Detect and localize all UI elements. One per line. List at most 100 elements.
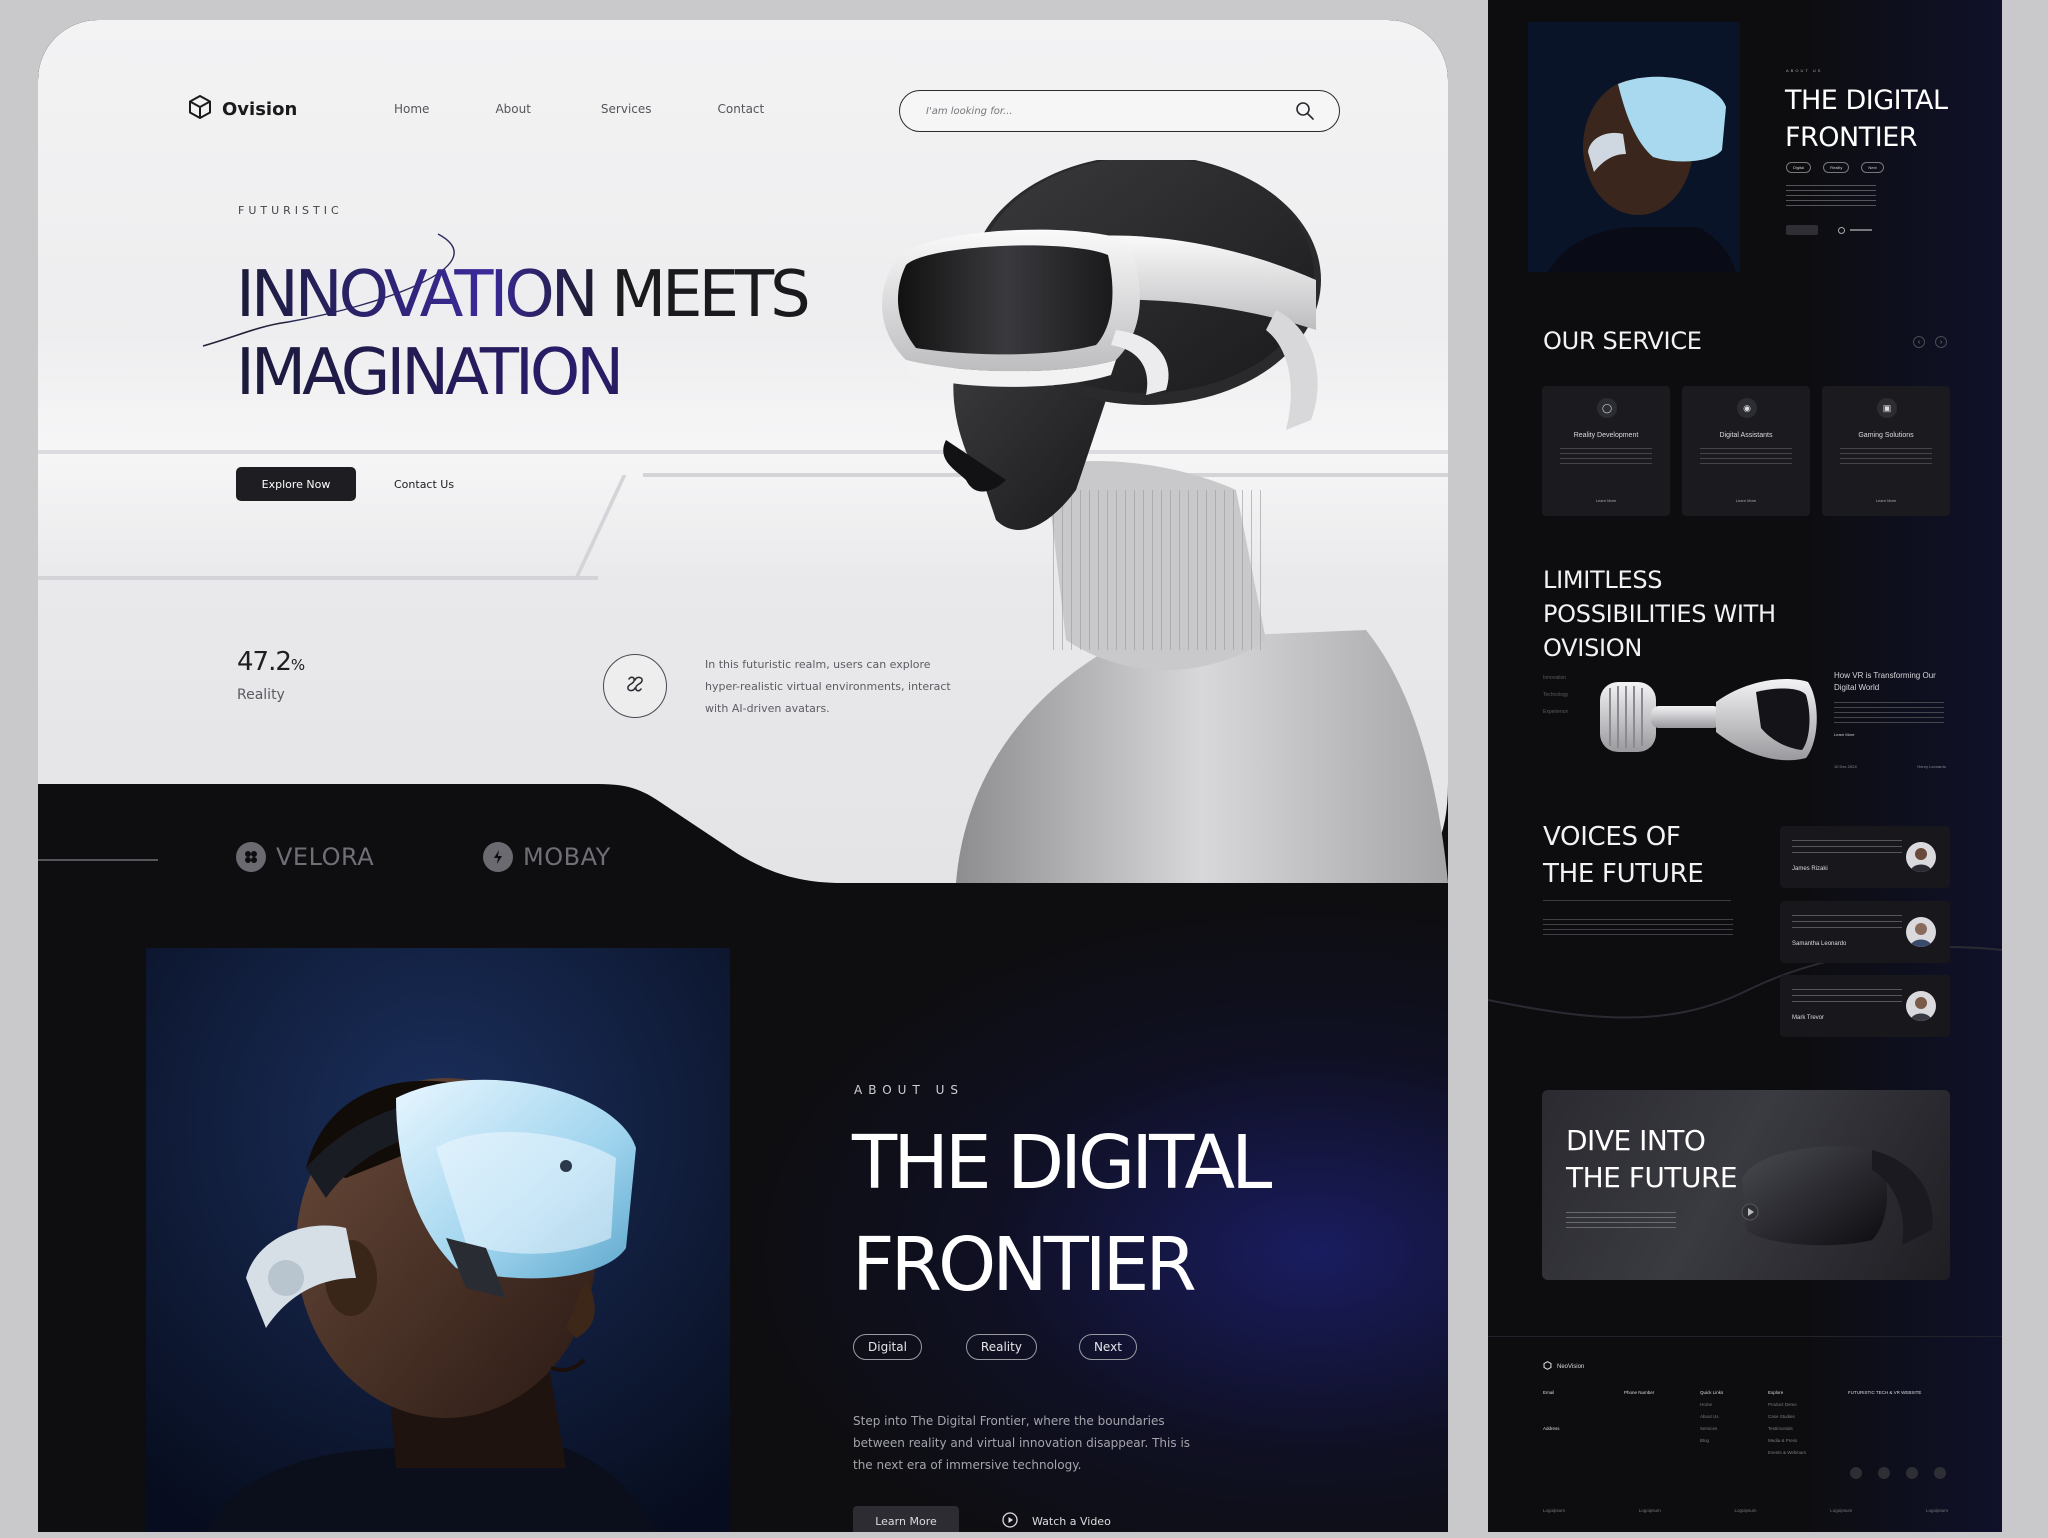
service-card[interactable]: ▣ Gaming Solutions Learn More xyxy=(1822,386,1950,516)
watch-video-link[interactable]: Watch a Video xyxy=(1002,1512,1111,1531)
tag-digital[interactable]: Digital xyxy=(853,1334,922,1360)
top-navigation: Ovision Home About Services Contact xyxy=(188,76,1340,136)
about-eyebrow: ABOUT US xyxy=(854,1083,965,1097)
preview-service-title: OUR SERVICE xyxy=(1543,327,1702,355)
testimonial-card[interactable]: James Rizaki xyxy=(1780,826,1950,888)
service-card-learn-more[interactable]: Learn More xyxy=(1542,498,1670,503)
link-icon-badge[interactable] xyxy=(603,654,667,718)
footer-partner-logos: Logoipsum Logoipsum Logoipsum Logoipsum … xyxy=(1543,1508,1948,1513)
footer-link[interactable]: Home xyxy=(1700,1399,1723,1411)
footer-col-head: Quick Links xyxy=(1700,1390,1724,1395)
preview-tag-reality[interactable]: Reality xyxy=(1823,162,1850,173)
preview-hero-title: THE DIGITAL FRONTIER xyxy=(1785,82,1948,156)
dive-text-lines xyxy=(1566,1212,1676,1232)
hero-eyebrow: FUTURISTIC xyxy=(238,204,343,217)
twitter-icon[interactable] xyxy=(1934,1467,1946,1479)
testimonial-card[interactable]: Mark Trevor xyxy=(1780,975,1950,1037)
nav-link-about[interactable]: About xyxy=(495,102,530,116)
brand-logo[interactable]: Ovision xyxy=(188,94,297,125)
limitless-side-item[interactable]: Technology xyxy=(1543,687,1568,704)
brand-divider-line xyxy=(38,859,158,861)
service-card-text-lines xyxy=(1840,448,1932,468)
footer-link[interactable]: Events & Webinars xyxy=(1768,1447,1806,1459)
about-title-line-2: FRONTIER xyxy=(852,1222,1197,1308)
footer-link[interactable]: Case Studies xyxy=(1768,1411,1806,1423)
footer-brand[interactable]: NeoVision xyxy=(1543,1361,1584,1372)
service-card-learn-more[interactable]: Learn More xyxy=(1682,498,1810,503)
service-card-title: Digital Assistants xyxy=(1719,432,1773,439)
assistant-icon: ◉ xyxy=(1737,398,1757,418)
preview-service-cards: ◯ Reality Development Learn More ◉ Digit… xyxy=(1542,386,1950,516)
preview-hero-title-line-2: FRONTIER xyxy=(1785,122,1918,153)
avatar xyxy=(1906,991,1936,1021)
search-icon[interactable] xyxy=(1295,101,1315,126)
page-canvas: Ovision Home About Services Contact FUTU… xyxy=(0,0,2048,1538)
nav-link-services[interactable]: Services xyxy=(601,102,652,116)
service-card[interactable]: ◉ Digital Assistants Learn More xyxy=(1682,386,1810,516)
explore-now-button[interactable]: Explore Now xyxy=(236,467,356,501)
landing-page: Ovision Home About Services Contact FUTU… xyxy=(38,20,1448,1532)
velora-logo-icon xyxy=(236,842,266,872)
brand-velora-name: VELORA xyxy=(276,843,375,871)
brand-mobay-name: MOBAY xyxy=(523,843,611,871)
nav-link-contact[interactable]: Contact xyxy=(718,102,765,116)
search-input[interactable] xyxy=(926,101,1276,121)
footer-link[interactable]: Services xyxy=(1700,1423,1723,1435)
full-page-preview: ABOUT US THE DIGITAL FRONTIER Digital Re… xyxy=(1488,0,2002,1532)
footer-link[interactable]: Blog xyxy=(1700,1435,1723,1447)
footer-col-head: Email xyxy=(1543,1390,1555,1395)
partner-logo: Logoipsum xyxy=(1543,1508,1566,1513)
preview-learn-more-button[interactable] xyxy=(1786,225,1818,235)
preview-hero-title-line-1: THE DIGITAL xyxy=(1785,85,1948,116)
link-icon xyxy=(624,673,646,700)
footer-link[interactable]: Product Demo xyxy=(1768,1399,1806,1411)
preview-vr-person xyxy=(1528,22,1740,272)
learn-more-button[interactable]: Learn More xyxy=(853,1506,959,1532)
preview-watch-video-link[interactable] xyxy=(1838,226,1878,234)
partner-logo: Logoipsum xyxy=(1925,1508,1948,1513)
reality-stat-label: Reality xyxy=(237,687,285,703)
preview-hero-text-lines xyxy=(1786,185,1876,207)
reality-stat-value: 47.2% xyxy=(237,647,305,677)
limitless-side-item[interactable]: Experience xyxy=(1543,704,1568,721)
tag-reality[interactable]: Reality xyxy=(965,1334,1037,1360)
limitless-title-line-3: OVISION xyxy=(1543,634,1643,662)
footer-link[interactable]: Testimonials xyxy=(1768,1423,1806,1435)
footer-col-contact: Email Address xyxy=(1543,1387,1560,1435)
limitless-title-line-2: POSSIBILITIES WITH xyxy=(1543,600,1776,628)
instagram-icon[interactable] xyxy=(1906,1467,1918,1479)
service-card-learn-more[interactable]: Learn More xyxy=(1822,498,1950,503)
chevron-left-icon[interactable]: ‹ xyxy=(1913,336,1925,348)
tag-next[interactable]: Next xyxy=(1078,1334,1137,1360)
about-title: THE DIGITAL FRONTIER xyxy=(852,1112,1272,1316)
dribbble-icon[interactable] xyxy=(1850,1467,1862,1479)
limitless-side-item[interactable]: Innovation xyxy=(1543,670,1568,687)
nav-links: Home About Services Contact xyxy=(394,102,764,116)
footer-col-phone: Phone Number xyxy=(1624,1387,1654,1399)
footer-col-explore: Explore Product Demo Case Studies Testim… xyxy=(1768,1387,1806,1459)
preview-tag-next[interactable]: Next xyxy=(1861,162,1884,173)
limitless-article-learn-more[interactable]: Learn More xyxy=(1834,732,1854,737)
hero-headline: INNOVATION MEETS IMAGINATION xyxy=(236,256,811,412)
preview-limitless-title: LIMITLESS POSSIBILITIES WITH OVISION xyxy=(1543,563,1776,665)
service-card-text-lines xyxy=(1700,448,1792,468)
nav-link-home[interactable]: Home xyxy=(394,102,429,116)
gamepad-icon: ▣ xyxy=(1877,398,1897,418)
preview-tag-digital[interactable]: Digital xyxy=(1786,162,1812,173)
cube-logo-icon xyxy=(188,94,212,125)
brand-mobay: MOBAY xyxy=(483,842,611,872)
footer-link[interactable]: Media & Press xyxy=(1768,1435,1806,1447)
testimonial-card[interactable]: Samantha Leonardo xyxy=(1780,901,1950,963)
limitless-title-line-1: LIMITLESS xyxy=(1543,566,1663,594)
footer-link[interactable]: About Us xyxy=(1700,1411,1723,1423)
service-card[interactable]: ◯ Reality Development Learn More xyxy=(1542,386,1670,516)
contact-us-button[interactable]: Contact Us xyxy=(394,478,454,491)
vr-headset-product-image xyxy=(1600,679,1817,761)
headline-word-meets: MEETS xyxy=(610,258,811,332)
play-circle-icon xyxy=(1002,1512,1018,1531)
headline-line-2: IMAGINATION xyxy=(236,334,807,412)
youtube-icon[interactable] xyxy=(1878,1467,1890,1479)
limitless-article-meta: 10 Dec 2024 Henry Leonardo xyxy=(1834,764,1946,769)
chevron-right-icon[interactable]: › xyxy=(1935,336,1947,348)
testimonial-name: James Rizaki xyxy=(1792,866,1828,872)
